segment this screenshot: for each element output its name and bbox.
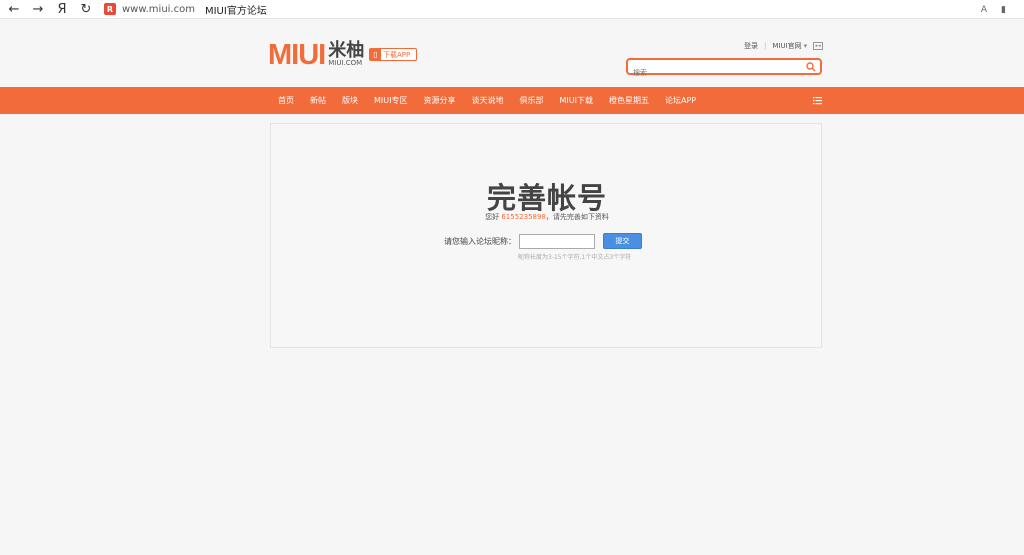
- download-app-button[interactable]: ▯ 下载APP: [369, 48, 417, 61]
- nav-item-3[interactable]: MIUI专区: [366, 95, 415, 106]
- language-icon[interactable]: ▸◂: [813, 42, 824, 50]
- reload-button[interactable]: ↻: [74, 0, 98, 19]
- site-header: MIUI 米柚 MIUI.COM ▯ 下载APP 登录 | MIUI官网 ▾ ▸…: [0, 20, 1024, 87]
- site-favicon-icon: R: [104, 3, 116, 15]
- search-icon[interactable]: [806, 62, 816, 72]
- address-bar[interactable]: www.miui.com: [122, 4, 195, 15]
- panel-title: 完善帐号: [486, 181, 607, 215]
- nav-item-4[interactable]: 资源分享: [415, 95, 463, 106]
- nav-item-9[interactable]: 论坛APP: [657, 95, 704, 106]
- nickname-input[interactable]: [519, 233, 595, 249]
- logo-en-text: MIUI.COM: [328, 59, 363, 67]
- separator: |: [764, 42, 767, 50]
- nav-item-0[interactable]: 首页: [270, 95, 302, 106]
- search-input[interactable]: [628, 66, 798, 80]
- nav-item-5[interactable]: 谈天说地: [463, 95, 511, 106]
- nav-item-1[interactable]: 新帖: [302, 95, 334, 106]
- nav-item-2[interactable]: 版块: [334, 95, 366, 106]
- menu-icon[interactable]: [813, 96, 822, 105]
- greeting-text: 您好 6155235898，请先完善如下资料: [271, 212, 823, 222]
- browser-toolbar: ← → Я ↻ R www.miui.com MIUI官方论坛 A ▮: [0, 0, 1024, 19]
- dropdown-icon[interactable]: ▾: [804, 42, 808, 50]
- user-id: 6155235898: [501, 213, 546, 221]
- phone-icon: ▯: [370, 49, 381, 60]
- nickname-label: 请您输入论坛昵称：: [444, 236, 516, 246]
- nav-item-6[interactable]: 俱乐部: [511, 95, 551, 106]
- download-app-label: 下载APP: [383, 50, 411, 59]
- greeting-prefix: 您好: [485, 213, 500, 221]
- back-button[interactable]: ←: [2, 0, 26, 19]
- nav-item-8[interactable]: 橙色星期五: [601, 95, 657, 106]
- submit-button[interactable]: 提交: [603, 233, 642, 249]
- reader-mode-icon[interactable]: A: [981, 5, 987, 15]
- miui-logo[interactable]: MIUI 米柚 MIUI.COM: [268, 39, 365, 71]
- nav-items: 首页 新帖 版块 MIUI专区 资源分享 谈天说地 俱乐部 MIUI下载 橙色星期五 论坛APP: [270, 87, 704, 114]
- complete-account-panel: 完善帐号 您好 6155235898，请先完善如下资料 请您输入论坛昵称： 提交…: [270, 123, 822, 348]
- main-nav: 首页 新帖 版块 MIUI专区 资源分享 谈天说地 俱乐部 MIUI下载 橙色星期五 论坛APP: [0, 87, 1024, 114]
- logo-miui-text: MIUI: [268, 39, 326, 71]
- official-site-link[interactable]: MIUI官网: [772, 41, 801, 51]
- nickname-form: 请您输入论坛昵称： 提交: [444, 233, 642, 249]
- greeting-suffix: ，请先完善如下资料: [545, 213, 609, 221]
- yandex-button[interactable]: Я: [50, 0, 74, 19]
- login-link[interactable]: 登录: [744, 41, 758, 51]
- logo-cn-text: 米柚: [328, 40, 365, 61]
- forward-button[interactable]: →: [26, 0, 50, 19]
- bookmark-icon[interactable]: ▮: [1001, 5, 1006, 15]
- page-title: MIUI官方论坛: [204, 5, 267, 17]
- top-links: 登录 | MIUI官网 ▾ ▸◂: [744, 41, 824, 51]
- browser-right-icons: A ▮: [981, 0, 1006, 19]
- nav-item-7[interactable]: MIUI下载: [551, 95, 600, 106]
- search-box: [626, 58, 822, 80]
- nickname-hint: 昵称长度为3-15个字符,1个中文占3个字符: [518, 254, 632, 261]
